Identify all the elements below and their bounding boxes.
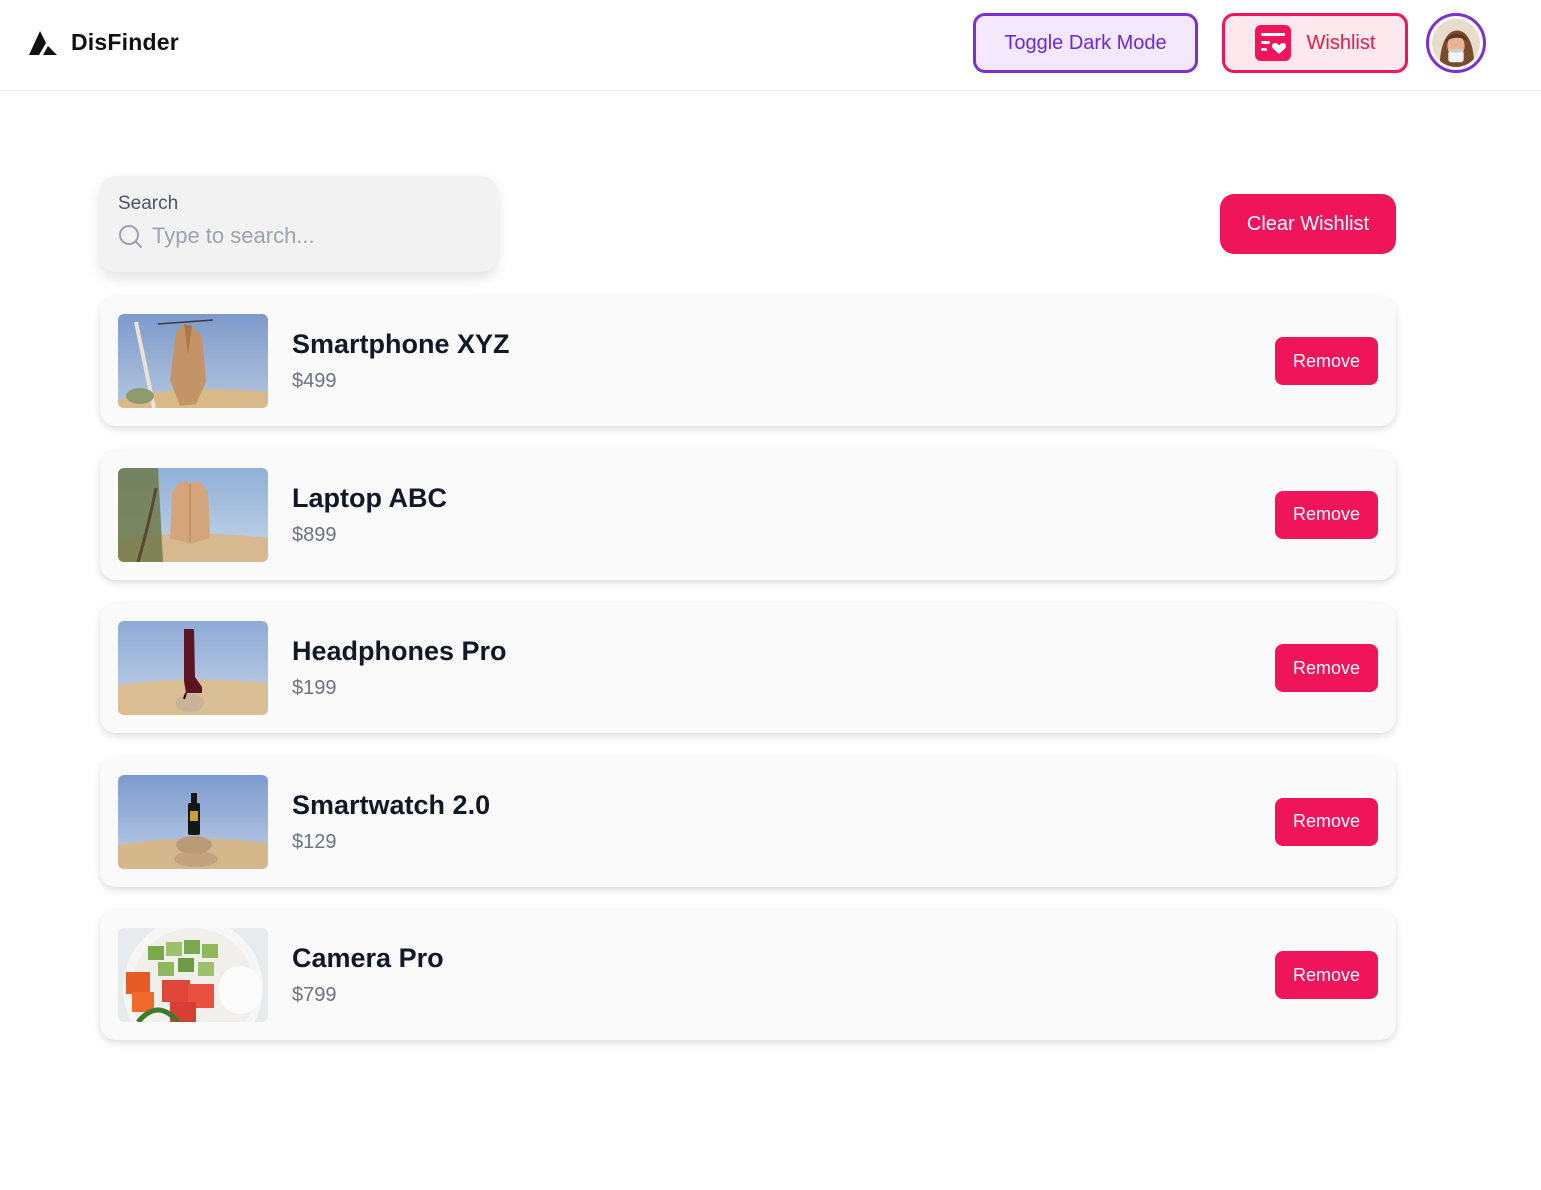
brand-name: DisFinder — [71, 28, 179, 55]
item-name[interactable]: Smartphone XYZ — [292, 329, 510, 360]
brand[interactable]: DisFinder — [27, 28, 179, 56]
bottle-image — [118, 774, 268, 869]
item-name[interactable]: Laptop ABC — [292, 483, 447, 514]
wishlist-item: Camera Pro $799 Remove — [100, 910, 1396, 1040]
logo-icon — [29, 31, 57, 55]
wishlist-icon — [1254, 25, 1291, 61]
wishlist-label: Wishlist — [1306, 31, 1376, 54]
wishlist-item: Headphones Pro $199 Remove — [100, 603, 1396, 733]
search-card: Search — [100, 176, 497, 272]
item-name[interactable]: Camera Pro — [292, 943, 444, 974]
jacket-image — [118, 467, 268, 562]
item-price: $199 — [292, 677, 337, 699]
item-price: $899 — [292, 523, 337, 546]
remove-button[interactable]: Remove — [1275, 490, 1378, 539]
user-avatar[interactable] — [1426, 13, 1486, 73]
remove-button[interactable]: Remove — [1275, 797, 1378, 846]
product-image — [118, 774, 268, 869]
item-name[interactable]: Smartwatch 2.0 — [292, 790, 490, 821]
wishlist-item: Smartphone XYZ $499 Remove — [100, 296, 1396, 426]
clear-wishlist-button[interactable]: Clear Wishlist — [1220, 194, 1396, 254]
product-image — [118, 467, 268, 562]
item-price: $799 — [292, 984, 337, 1006]
item-name[interactable]: Headphones Pro — [292, 636, 507, 667]
wishlist-list: Smartphone XYZ $499 Remove Laptop ABC $8… — [100, 296, 1396, 1064]
bowl-image — [118, 928, 268, 1022]
item-price: $499 — [292, 370, 337, 392]
remove-button[interactable]: Remove — [1275, 644, 1378, 692]
toggle-dark-mode-button[interactable]: Toggle Dark Mode — [973, 13, 1198, 73]
wishlist-item: Laptop ABC $899 Remove — [100, 449, 1396, 580]
remove-button[interactable]: Remove — [1275, 951, 1378, 999]
product-image — [118, 314, 268, 408]
search-input[interactable] — [152, 223, 472, 249]
boot-image — [118, 621, 268, 715]
coat-image — [118, 314, 268, 408]
avatar-image — [1432, 19, 1480, 67]
top-navbar: DisFinder Toggle Dark Mode Wishlist — [0, 0, 1541, 91]
wishlist-button[interactable]: Wishlist — [1222, 13, 1408, 73]
remove-button[interactable]: Remove — [1275, 337, 1378, 385]
wishlist-item: Smartwatch 2.0 $129 Remove — [100, 756, 1396, 887]
search-row — [118, 223, 479, 249]
search-label: Search — [118, 193, 179, 214]
search-icon — [119, 225, 142, 248]
item-price: $129 — [292, 830, 337, 853]
product-image — [118, 928, 268, 1022]
product-image — [118, 621, 268, 715]
